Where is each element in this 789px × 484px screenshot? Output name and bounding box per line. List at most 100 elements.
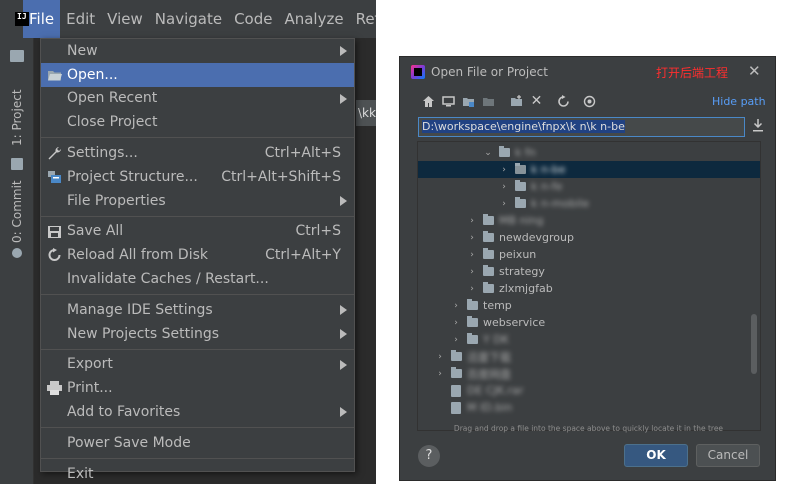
project-folder-icon[interactable]	[462, 95, 475, 108]
folder-icon	[483, 214, 494, 225]
submenu-arrow-icon	[340, 407, 347, 418]
submenu-arrow-icon	[340, 304, 347, 315]
tree-scrollbar[interactable]	[751, 314, 757, 374]
home-icon[interactable]	[422, 95, 435, 108]
archive-file-icon	[451, 384, 461, 397]
menu-item-label: Manage IDE Settings	[67, 301, 213, 318]
chevron-down-icon: ⌄	[484, 147, 492, 158]
show-hidden-icon[interactable]	[583, 95, 596, 108]
module-folder-icon[interactable]	[482, 95, 495, 108]
menu-code[interactable]: Code	[228, 0, 278, 38]
dialog-title: Open File or Project	[431, 65, 548, 79]
folder-icon	[451, 367, 462, 378]
tree-item[interactable]: › Y DK	[418, 331, 760, 348]
tree-item[interactable]: › zlxmjgfab	[418, 280, 760, 297]
tree-item[interactable]: › k n-mobile	[418, 195, 760, 212]
refresh-icon[interactable]	[557, 95, 570, 108]
editor-tab[interactable]: \kk	[356, 100, 376, 126]
tree-item[interactable]: › MB ning	[418, 212, 760, 229]
download-icon[interactable]	[752, 119, 764, 132]
chevron-right-icon: ›	[470, 249, 474, 260]
menu-item-open[interactable]: Open...	[41, 62, 354, 87]
tree-item[interactable]: › 百度网盘	[418, 365, 760, 382]
tab-commit[interactable]: 0: Commit	[4, 178, 30, 246]
shortcut-label: Ctrl+Alt+Shift+S	[221, 168, 341, 185]
menu-navigate[interactable]: Navigate	[149, 0, 228, 38]
menu-item-label: Print...	[67, 380, 113, 397]
print-icon	[47, 381, 62, 396]
tab-project[interactable]: 1: Project	[4, 83, 30, 153]
path-input-text: D:\workspace\engine\fnpx\k n\k n-be	[422, 120, 625, 133]
submenu-arrow-icon	[340, 359, 347, 370]
tree-item-label: k fn	[515, 146, 536, 159]
tree-item[interactable]: › newdevgroup	[418, 229, 760, 246]
delete-icon[interactable]: ✕	[530, 94, 543, 108]
close-icon[interactable]: ✕	[748, 62, 761, 80]
tree-item[interactable]: › peixun	[418, 246, 760, 263]
path-input[interactable]: D:\workspace\engine\fnpx\k n\k n-be	[418, 117, 745, 137]
tree-item-label: webservice	[483, 316, 546, 329]
submenu-arrow-icon	[340, 46, 347, 56]
folder-icon	[515, 197, 526, 208]
menu-item-project-structure[interactable]: Project Structure... Ctrl+Alt+Shift+S	[41, 165, 354, 189]
tree-item-label: MB ning	[499, 214, 544, 227]
menu-item-invalidate-caches[interactable]: Invalidate Caches / Restart...	[41, 267, 354, 291]
menu-item-manage-ide-settings[interactable]: Manage IDE Settings	[41, 298, 354, 322]
hide-path-link[interactable]: Hide path	[712, 95, 766, 108]
reload-icon	[48, 248, 61, 262]
menu-item-label: New	[67, 42, 98, 59]
menu-item-close-project[interactable]: Close Project	[41, 110, 354, 134]
folder-icon	[483, 265, 494, 276]
tool-window-strip: 1: Project 0: Commit	[0, 38, 34, 484]
menu-item-exit[interactable]: Exit	[41, 462, 354, 484]
menu-refactor[interactable]: Ref	[350, 0, 376, 38]
menu-item-new-projects-settings[interactable]: New Projects Settings	[41, 322, 354, 346]
tree-item-label: k n-mobile	[531, 197, 590, 210]
cancel-button[interactable]: Cancel	[696, 444, 760, 467]
tree-item-label: DE CJK.rar	[467, 384, 524, 397]
tree-item[interactable]: › k n-be	[418, 161, 760, 178]
menu-view[interactable]: View	[101, 0, 149, 38]
folder-icon	[467, 333, 478, 344]
tree-item[interactable]: › k n-fe	[418, 178, 760, 195]
menu-item-file-properties[interactable]: File Properties	[41, 189, 354, 213]
menu-item-settings[interactable]: Settings... Ctrl+Alt+S	[41, 141, 354, 165]
menu-item-save-all[interactable]: Save All Ctrl+S	[41, 220, 354, 244]
tree-item-label: 百度网盘	[467, 367, 511, 381]
menu-item-open-recent[interactable]: Open Recent	[41, 87, 354, 111]
folder-icon	[451, 350, 462, 361]
menu-item-label: Open Recent	[67, 90, 158, 107]
tree-item[interactable]: M ID.bin	[418, 399, 760, 416]
menu-item-new[interactable]: New	[41, 39, 354, 63]
ok-button[interactable]: OK	[624, 444, 688, 467]
tree-item[interactable]: › temp	[418, 297, 760, 314]
module-folder-icon	[515, 163, 526, 174]
commit-icon	[12, 248, 22, 258]
tree-item-label: k n-fe	[531, 180, 563, 193]
menu-analyze[interactable]: Analyze	[278, 0, 349, 38]
menu-item-print[interactable]: Print...	[41, 376, 354, 400]
tree-item-label: k n-be	[531, 163, 566, 176]
chevron-right-icon: ›	[438, 368, 442, 379]
desktop-icon[interactable]	[442, 95, 455, 108]
file-tree[interactable]: ⌄ k fn › k n-be › k n-fe › k n-mobile › MB ni…	[417, 141, 761, 431]
folder-icon	[483, 231, 494, 242]
menu-item-label: Add to Favorites	[67, 404, 181, 421]
chevron-right-icon: ›	[470, 232, 474, 243]
menu-edit[interactable]: Edit	[60, 0, 101, 38]
menu-item-add-to-favorites[interactable]: Add to Favorites	[41, 400, 354, 424]
project-tool-icon[interactable]	[10, 50, 24, 62]
menu-item-export[interactable]: Export	[41, 353, 354, 377]
menu-item-power-save-mode[interactable]: Power Save Mode	[41, 431, 354, 455]
menu-item-reload-all[interactable]: Reload All from Disk Ctrl+Alt+Y	[41, 243, 354, 267]
folder-icon	[483, 282, 494, 293]
tree-item[interactable]: › webservice	[418, 314, 760, 331]
tree-item[interactable]: › 迅雷下载	[418, 348, 760, 365]
help-button[interactable]: ?	[418, 445, 440, 467]
new-folder-icon[interactable]	[510, 95, 523, 108]
chevron-right-icon: ›	[470, 266, 474, 277]
menu-item-label: Reload All from Disk	[67, 247, 208, 264]
tree-item[interactable]: ⌄ k fn	[418, 144, 760, 161]
tree-item[interactable]: DE CJK.rar	[418, 382, 760, 399]
tree-item[interactable]: › strategy	[418, 263, 760, 280]
